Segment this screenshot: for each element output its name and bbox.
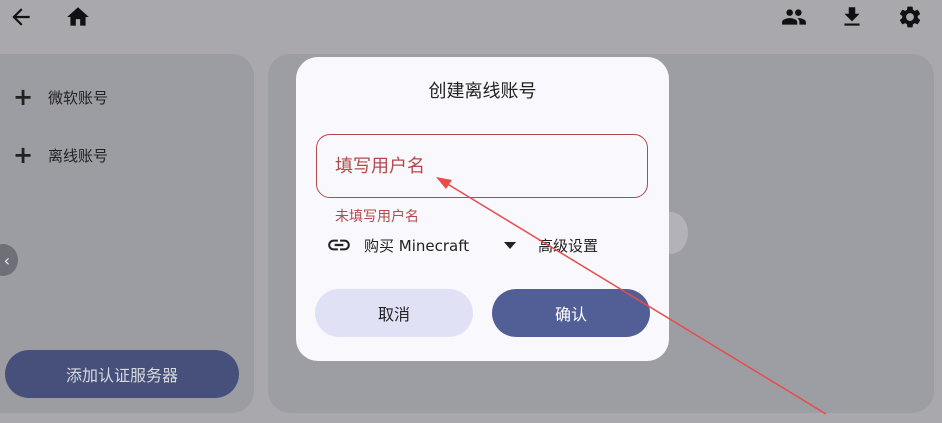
sidebar-item-label: 离线账号 (48, 146, 109, 165)
link-icon (328, 239, 350, 251)
add-microsoft-account-item[interactable]: + 微软账号 (12, 82, 108, 112)
add-auth-server-button[interactable]: 添加认证服务器 (5, 350, 239, 398)
confirm-button[interactable]: 确认 (492, 289, 650, 337)
advanced-settings-toggle[interactable]: 高级设置 (504, 233, 598, 257)
advanced-settings-label: 高级设置 (538, 236, 599, 255)
buy-minecraft-label: 购买 Minecraft (364, 236, 470, 255)
username-error-text: 未填写用户名 (335, 209, 419, 225)
top-app-bar (0, 0, 942, 38)
home-icon[interactable] (63, 2, 93, 32)
username-input[interactable] (316, 134, 648, 198)
dialog-title: 创建离线账号 (428, 81, 537, 102)
collapse-chevron-icon[interactable]: ‹ (0, 244, 18, 276)
back-arrow-icon[interactable] (6, 2, 36, 32)
sidebar-item-label: 微软账号 (48, 88, 109, 107)
download-icon[interactable] (837, 2, 867, 32)
add-offline-account-item[interactable]: + 离线账号 (12, 140, 108, 170)
settings-gear-icon[interactable] (895, 2, 925, 32)
plus-icon: + (12, 141, 34, 169)
create-offline-account-dialog: 创建离线账号 未填写用户名 购买 Minecraft 高级设置 取消 确认 (296, 57, 669, 361)
plus-icon: + (12, 83, 34, 111)
buy-minecraft-link[interactable]: 购买 Minecraft (326, 233, 469, 257)
people-icon[interactable] (779, 2, 809, 32)
cancel-button[interactable]: 取消 (315, 289, 473, 337)
account-sidebar: + 微软账号 + 离线账号 ‹ 添加认证服务器 (0, 54, 254, 413)
dropdown-caret-icon (504, 241, 516, 249)
